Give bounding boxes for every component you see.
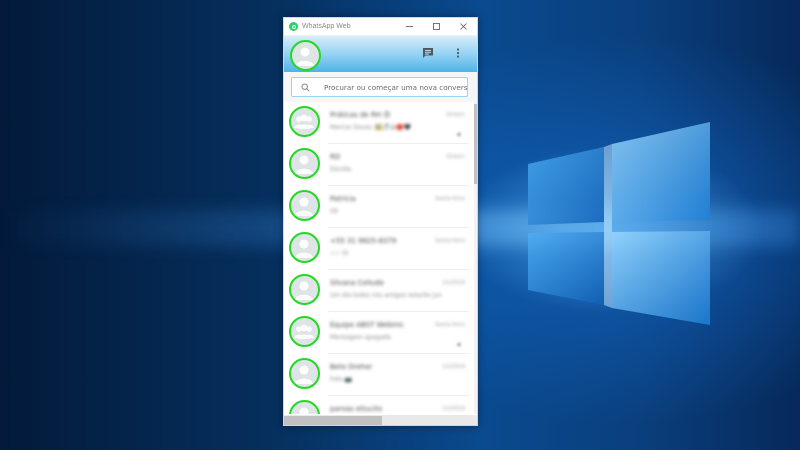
chat-name: paroas etiucito xyxy=(330,405,383,413)
muted-icon xyxy=(456,333,463,347)
chat-timestamp: 12/2019 xyxy=(442,364,465,370)
close-icon xyxy=(460,23,467,30)
more-vertical-icon xyxy=(456,48,460,58)
group-silhouette-icon xyxy=(294,324,314,339)
vertical-scroll-thumb[interactable] xyxy=(474,104,477,184)
chat-last-message: Marcos Souza: 🖼️🎵😀🔴🖤 xyxy=(330,124,412,131)
chat-name: Beto Dreher xyxy=(330,363,373,371)
chat-timestamp: Ontem xyxy=(446,112,465,118)
whatsapp-web-window: WhatsApp Web Procurar ou começar uma nov… xyxy=(283,17,478,426)
chat-list-item[interactable]: Patrícia Sexta-feira Ok xyxy=(284,186,473,228)
chat-last-message: Foto 📷 xyxy=(330,376,353,383)
chat-list: Práticas de RH 😊 Ontem Marcos Souza: 🖼️🎵😀🔴… xyxy=(284,102,473,414)
chat-timestamp: 12/2019 xyxy=(442,280,465,286)
user-silhouette-icon xyxy=(299,407,309,414)
chat-name: RD xyxy=(330,153,341,161)
group-avatar xyxy=(289,106,320,137)
minimize-button[interactable] xyxy=(396,18,423,36)
chat-last-message: Ok xyxy=(330,208,339,215)
chat-list-item[interactable]: Equipe ABST Webinic Sexta-feira Mensagem a… xyxy=(284,312,473,354)
minimize-icon xyxy=(406,26,413,27)
title-bar[interactable]: WhatsApp Web xyxy=(284,18,477,36)
group-silhouette-icon xyxy=(294,114,314,129)
group-avatar xyxy=(289,316,320,347)
search-box[interactable] xyxy=(291,77,468,97)
chat-list-item[interactable]: Beto Dreher 12/2019 Foto 📷 xyxy=(284,354,473,396)
search-input[interactable] xyxy=(324,82,467,92)
muted-icon xyxy=(456,123,463,137)
chat-last-message: ✓✓ Oi xyxy=(330,250,349,257)
contact-avatar xyxy=(289,232,320,263)
user-silhouette-icon xyxy=(295,155,313,174)
chat-timestamp: Sexta-feira xyxy=(434,196,465,202)
window-title: WhatsApp Web xyxy=(302,23,351,30)
user-silhouette-icon xyxy=(295,365,313,384)
chat-timestamp: Sexta-feira xyxy=(434,322,465,328)
chat-timestamp: Sexta-feira xyxy=(434,238,465,244)
new-chat-button[interactable] xyxy=(421,46,435,60)
chat-timestamp: Ontem xyxy=(446,154,465,160)
chat-name: Equipe ABST Webinic xyxy=(330,321,405,329)
user-silhouette-icon xyxy=(295,197,313,216)
user-silhouette-icon xyxy=(295,239,313,258)
user-silhouette-icon xyxy=(295,281,313,300)
search-bar xyxy=(284,72,477,102)
profile-header xyxy=(284,36,477,72)
whatsapp-icon xyxy=(289,22,298,31)
contact-avatar xyxy=(289,358,320,389)
close-button[interactable] xyxy=(450,18,477,36)
vertical-scrollbar[interactable] xyxy=(474,102,477,414)
chat-last-message: Dúvida xyxy=(330,166,352,173)
search-icon xyxy=(301,83,310,92)
chat-list-item[interactable]: +55 31 9825-8379 Sexta-feira ✓✓ Oi xyxy=(284,228,473,270)
contact-avatar xyxy=(289,148,320,179)
horizontal-scrollbar[interactable] xyxy=(284,415,477,425)
chat-icon xyxy=(423,48,433,58)
menu-button[interactable] xyxy=(451,46,465,60)
horizontal-scroll-thumb[interactable] xyxy=(284,416,382,425)
contact-avatar xyxy=(289,190,320,221)
chat-name: +55 31 9825-8379 xyxy=(330,237,397,245)
chat-name: Silvana Celiudo xyxy=(330,279,384,287)
chat-list-item[interactable]: paroas etiucito 12/2019 xyxy=(284,396,473,414)
my-profile-avatar[interactable] xyxy=(290,40,321,71)
contact-avatar xyxy=(289,274,320,305)
chat-timestamp: 12/2019 xyxy=(442,406,465,412)
chat-list-item[interactable]: RD Ontem Dúvida xyxy=(284,144,473,186)
chat-last-message: Mensagem apagada xyxy=(330,334,391,341)
user-silhouette-icon xyxy=(296,47,314,66)
chat-last-message: Um dia todos nós amigos estarão juntos xyxy=(330,292,442,299)
chat-name: Práticas de RH 😊 xyxy=(330,111,391,119)
chat-list-item[interactable]: Silvana Celiudo 12/2019 Um dia todos nós a… xyxy=(284,270,473,312)
maximize-icon xyxy=(433,23,440,30)
chat-name: Patrícia xyxy=(330,195,356,203)
maximize-button[interactable] xyxy=(423,18,450,36)
chat-list-item[interactable]: Práticas de RH 😊 Ontem Marcos Souza: 🖼️🎵😀🔴… xyxy=(284,102,473,144)
contact-avatar xyxy=(289,400,320,414)
